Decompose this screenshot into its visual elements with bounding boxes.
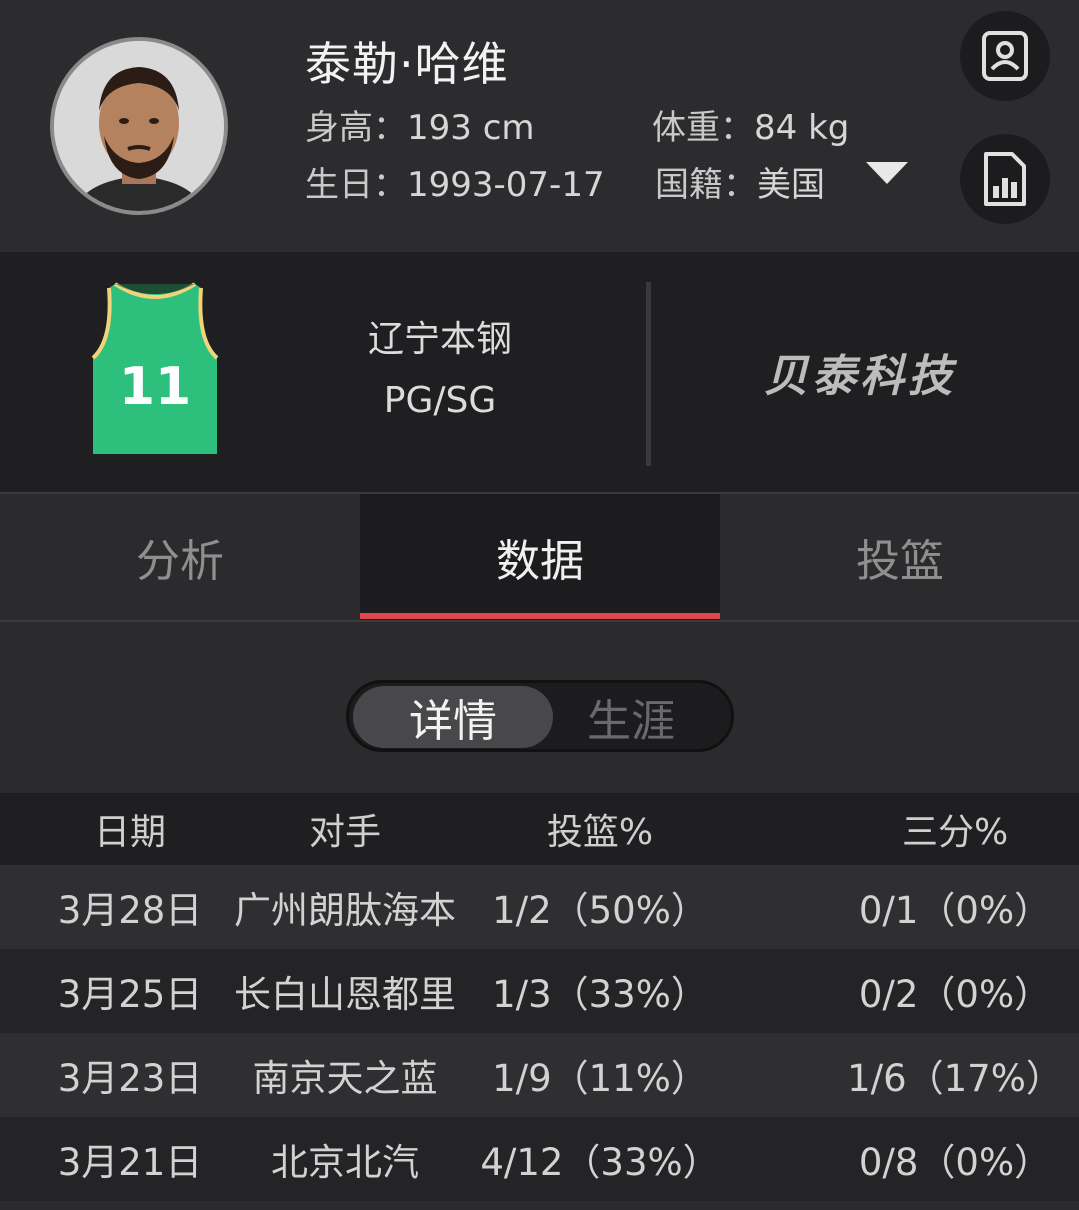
profile-card-icon: [982, 31, 1028, 81]
bar-chart-document-icon: [984, 152, 1026, 206]
nationality-value: 美国: [757, 165, 825, 205]
row-three: 1/6（17%）: [847, 1057, 1063, 1100]
row-opponent: 广州朗肽海本: [234, 889, 456, 932]
tab-data[interactable]: 数据: [360, 494, 720, 620]
segment-details[interactable]: 详情: [353, 686, 553, 748]
table-row[interactable]: 3月28日 广州朗肽海本 1/2（50%） 0/1（0%）: [0, 865, 1079, 949]
row-fg: 1/9（11%）: [492, 1057, 708, 1100]
row-opponent: 北京北汽: [271, 1141, 419, 1184]
table-header: 日期 对手 投篮% 三分%: [0, 793, 1079, 865]
player-name: 泰勒·哈维: [305, 37, 509, 91]
header-fg-pct: 投篮%: [546, 812, 654, 853]
row-fg: 1/3（33%）: [492, 973, 708, 1016]
row-date: 3月23日: [57, 1057, 203, 1100]
active-tab-indicator: [360, 613, 720, 619]
row-three: 0/2（0%）: [858, 973, 1052, 1016]
tab-analysis[interactable]: 分析: [0, 494, 360, 620]
brand-logo: 贝泰科技: [764, 351, 956, 402]
birthday-value: 1993-07-17: [407, 165, 605, 205]
row-date: 3月21日: [57, 1141, 203, 1184]
height-value: 193 cm: [407, 108, 535, 148]
player-nationality: 国籍：美国: [655, 157, 825, 206]
weight-value: 84 kg: [754, 108, 850, 148]
row-three: 0/1（0%）: [858, 889, 1052, 932]
player-position: PG/SG: [383, 380, 497, 421]
row-fg: 1/2（50%）: [492, 889, 708, 932]
profile-button[interactable]: [960, 11, 1050, 101]
expand-info-icon[interactable]: [866, 162, 908, 184]
header-three-pct: 三分%: [902, 812, 1009, 853]
player-avatar[interactable]: [50, 37, 228, 215]
jersey-number: 11: [119, 357, 191, 417]
player-header: 泰勒·哈维 身高：193 cm 体重：84 kg 生日：1993-07-17 国…: [0, 0, 1079, 252]
table-row[interactable]: 3月25日 长白山恩都里 1/3（33%） 0/2（0%）: [0, 949, 1079, 1033]
row-opponent: 长白山恩都里: [234, 973, 456, 1016]
row-three: 0/8（0%）: [858, 1141, 1052, 1184]
height-label: 身高：: [305, 108, 407, 148]
team-panel: 11 辽宁本钢 PG/SG 贝泰科技: [0, 252, 1079, 492]
player-birthday: 生日：1993-07-17: [305, 157, 605, 206]
table-row[interactable]: 3月21日 北京北汽 4/12（33%） 0/8（0%）: [0, 1117, 1079, 1201]
weight-label: 体重：: [652, 108, 754, 148]
row-date: 3月25日: [57, 973, 203, 1016]
jersey-icon: 11: [91, 282, 219, 454]
table-row[interactable]: 3月23日 南京天之蓝 1/9（11%） 1/6（17%）: [0, 1033, 1079, 1117]
jersey: 11: [85, 280, 225, 460]
player-height: 身高：193 cm: [305, 100, 535, 149]
player-weight: 体重：84 kg: [652, 100, 849, 149]
detail-career-toggle: 生涯 详情: [346, 680, 734, 752]
tab-shooting[interactable]: 投篮: [720, 494, 1079, 620]
row-date: 3月28日: [57, 889, 203, 932]
segment-career[interactable]: 生涯: [531, 686, 731, 748]
team-name: 辽宁本钢: [367, 319, 512, 360]
nationality-label: 国籍：: [655, 165, 757, 205]
header-date: 日期: [93, 812, 166, 853]
header-opponent: 对手: [308, 812, 381, 853]
birthday-label: 生日：: [305, 165, 407, 205]
stats-button[interactable]: [960, 134, 1050, 224]
player-portrait-icon: [54, 41, 224, 211]
tab-bar: 分析 数据 投篮: [0, 492, 1079, 622]
divider: [646, 282, 651, 466]
row-opponent: 南京天之蓝: [252, 1057, 438, 1100]
row-fg: 4/12（33%）: [480, 1141, 720, 1184]
